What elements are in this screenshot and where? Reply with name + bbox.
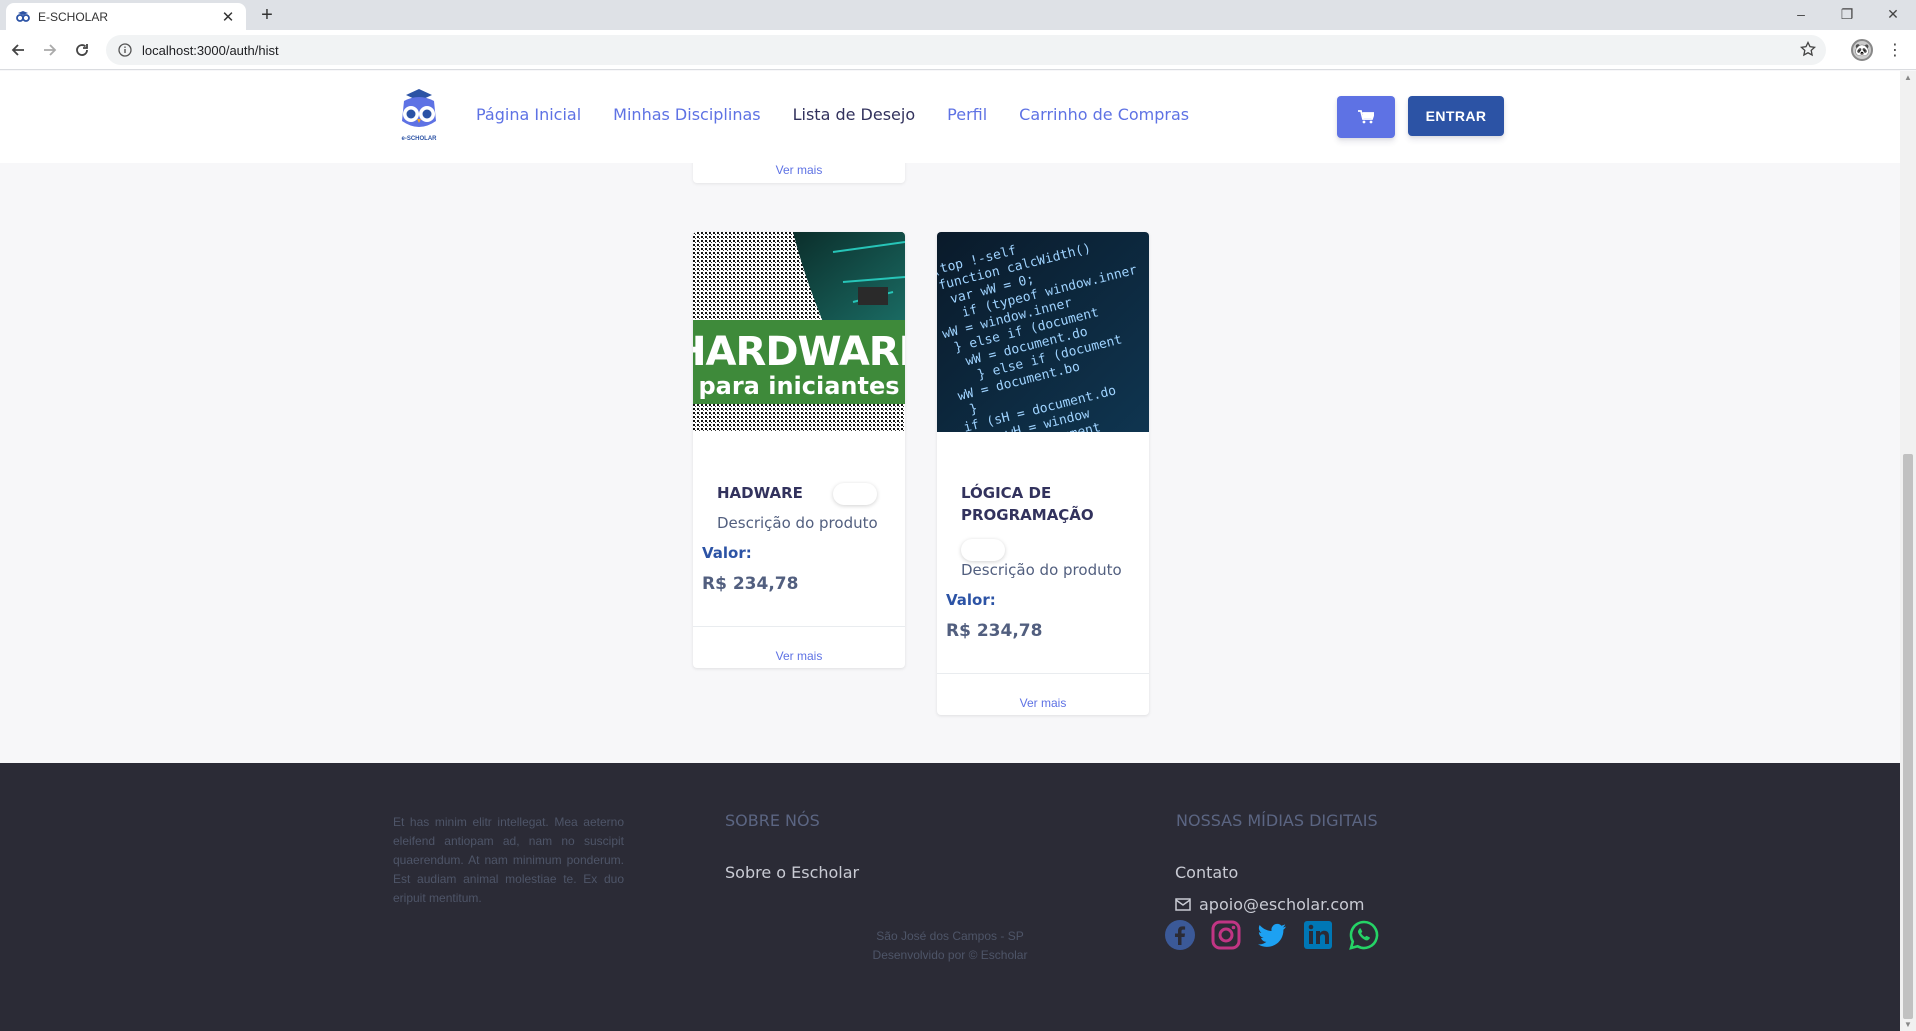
- midias-digitais-heading: NOSSAS MÍDIAS DIGITAIS: [1176, 811, 1378, 830]
- instagram-icon[interactable]: [1210, 919, 1242, 951]
- logica-course-image[interactable]: if (top !-selffunction calcWidth()var wW…: [937, 232, 1149, 432]
- sobre-nos-heading: SOBRE NÓS: [725, 811, 820, 830]
- product-description: Descrição do produto: [961, 561, 1122, 579]
- owl-favicon-icon: [16, 10, 30, 24]
- facebook-icon[interactable]: [1164, 919, 1196, 951]
- browser-toolbar: localhost:3000/auth/hist 🐼 ⋮: [0, 30, 1916, 70]
- reload-button[interactable]: [70, 38, 94, 62]
- hardware-course-image[interactable]: HARDWARE para iniciantes: [693, 232, 905, 432]
- tab-close-icon[interactable]: ✕: [220, 8, 236, 26]
- nav-pagina-inicial[interactable]: Página Inicial: [476, 105, 581, 124]
- product-description: Descrição do produto: [717, 514, 878, 532]
- product-price: R$ 234,78: [702, 574, 799, 594]
- tab-title: E-SCHOLAR: [38, 9, 109, 24]
- product-name-line1: LÓGICA DE: [961, 484, 1052, 502]
- product-name-line2: PROGRAMAÇÃO: [961, 506, 1094, 524]
- entrar-button[interactable]: ENTRAR: [1408, 96, 1504, 136]
- forward-button[interactable]: [38, 38, 62, 62]
- url-text: localhost:3000/auth/hist: [142, 42, 279, 58]
- scroll-up-icon[interactable]: ▲: [1904, 73, 1912, 82]
- new-tab-button[interactable]: +: [256, 4, 278, 26]
- product-card-hardware: HARDWARE para iniciantes HADWARE Descriç…: [693, 232, 905, 668]
- email-text: apoio@escholar.com: [1199, 895, 1365, 914]
- contato-link[interactable]: Contato: [1175, 863, 1238, 882]
- page-scrollbar[interactable]: ▲ ▼: [1900, 71, 1916, 1031]
- sobre-escholar-link[interactable]: Sobre o Escholar: [725, 863, 859, 882]
- value-label: Valor:: [702, 544, 752, 562]
- nav-carrinho-de-compras[interactable]: Carrinho de Compras: [1019, 105, 1189, 124]
- arrow-left-icon: [11, 44, 24, 56]
- ver-mais-link[interactable]: Ver mais: [693, 626, 905, 668]
- nav-lista-de-desejo[interactable]: Lista de Desejo: [793, 105, 916, 124]
- ver-mais-link[interactable]: Ver mais: [937, 673, 1149, 715]
- ver-mais-link[interactable]: Ver mais: [693, 163, 905, 177]
- bookmark-star-icon[interactable]: [1799, 40, 1817, 62]
- wishlist-toggle[interactable]: [961, 539, 1005, 561]
- envelope-icon: [1175, 898, 1191, 911]
- nav-minhas-disciplinas[interactable]: Minhas Disciplinas: [613, 105, 760, 124]
- whatsapp-icon[interactable]: [1348, 919, 1380, 951]
- social-links: [1164, 919, 1380, 951]
- arrow-right-icon: [44, 44, 57, 56]
- cart-button[interactable]: [1337, 96, 1395, 138]
- svg-text:para iniciantes: para iniciantes: [698, 372, 899, 400]
- card-title-row: HADWARE: [717, 482, 878, 505]
- svg-text:HARDWARE: HARDWARE: [693, 329, 905, 375]
- scrollbar-thumb[interactable]: [1903, 454, 1913, 1019]
- value-label: Valor:: [946, 591, 996, 609]
- svg-text:e-SCHOLAR: e-SCHOLAR: [401, 136, 437, 142]
- footer-about-text: Et has minim elitr intellegat. Mea aeter…: [393, 815, 624, 905]
- owl-logo-icon[interactable]: e-SCHOLAR: [396, 87, 442, 143]
- profile-avatar[interactable]: 🐼: [1851, 39, 1873, 61]
- cart-icon: [1358, 110, 1374, 124]
- site-header: e-SCHOLAR Página Inicial Minhas Discipli…: [0, 71, 1900, 163]
- email-contact[interactable]: apoio@escholar.com: [1175, 895, 1365, 914]
- product-card-logica: if (top !-selffunction calcWidth()var wW…: [937, 232, 1149, 715]
- card-title: LÓGICA DE PROGRAMAÇÃO: [961, 482, 1094, 526]
- site-footer: Et has minim elitr intellegat. Mea aeter…: [0, 763, 1900, 1031]
- browser-tabbar: E-SCHOLAR ✕ + – ❐ ✕: [0, 0, 1916, 30]
- location-text: São José dos Campos - SP: [876, 929, 1024, 943]
- scroll-down-icon[interactable]: ▼: [1904, 1020, 1912, 1029]
- developed-by-text: Desenvolvido por © Escholar: [872, 948, 1028, 962]
- product-name: HADWARE: [717, 484, 803, 502]
- page-viewport: Ver mais e-SCHOLAR Página Inicial Minhas…: [0, 71, 1900, 1031]
- product-price: R$ 234,78: [946, 621, 1043, 641]
- browser-menu-icon[interactable]: ⋮: [1887, 38, 1903, 62]
- wishlist-toggle[interactable]: [833, 482, 878, 505]
- address-bar[interactable]: localhost:3000/auth/hist: [106, 35, 1826, 65]
- restore-button[interactable]: ❐: [1824, 0, 1870, 28]
- linkedin-icon[interactable]: [1302, 919, 1334, 951]
- reload-icon: [76, 44, 88, 56]
- twitter-icon[interactable]: [1256, 919, 1288, 951]
- minimize-button[interactable]: –: [1778, 0, 1824, 28]
- back-button[interactable]: [6, 38, 30, 62]
- main-nav: Página Inicial Minhas Disciplinas Lista …: [476, 105, 1189, 124]
- nav-perfil[interactable]: Perfil: [947, 105, 987, 124]
- info-icon: [118, 43, 132, 57]
- window-close-button[interactable]: ✕: [1870, 0, 1916, 28]
- browser-tab[interactable]: E-SCHOLAR ✕: [6, 3, 246, 30]
